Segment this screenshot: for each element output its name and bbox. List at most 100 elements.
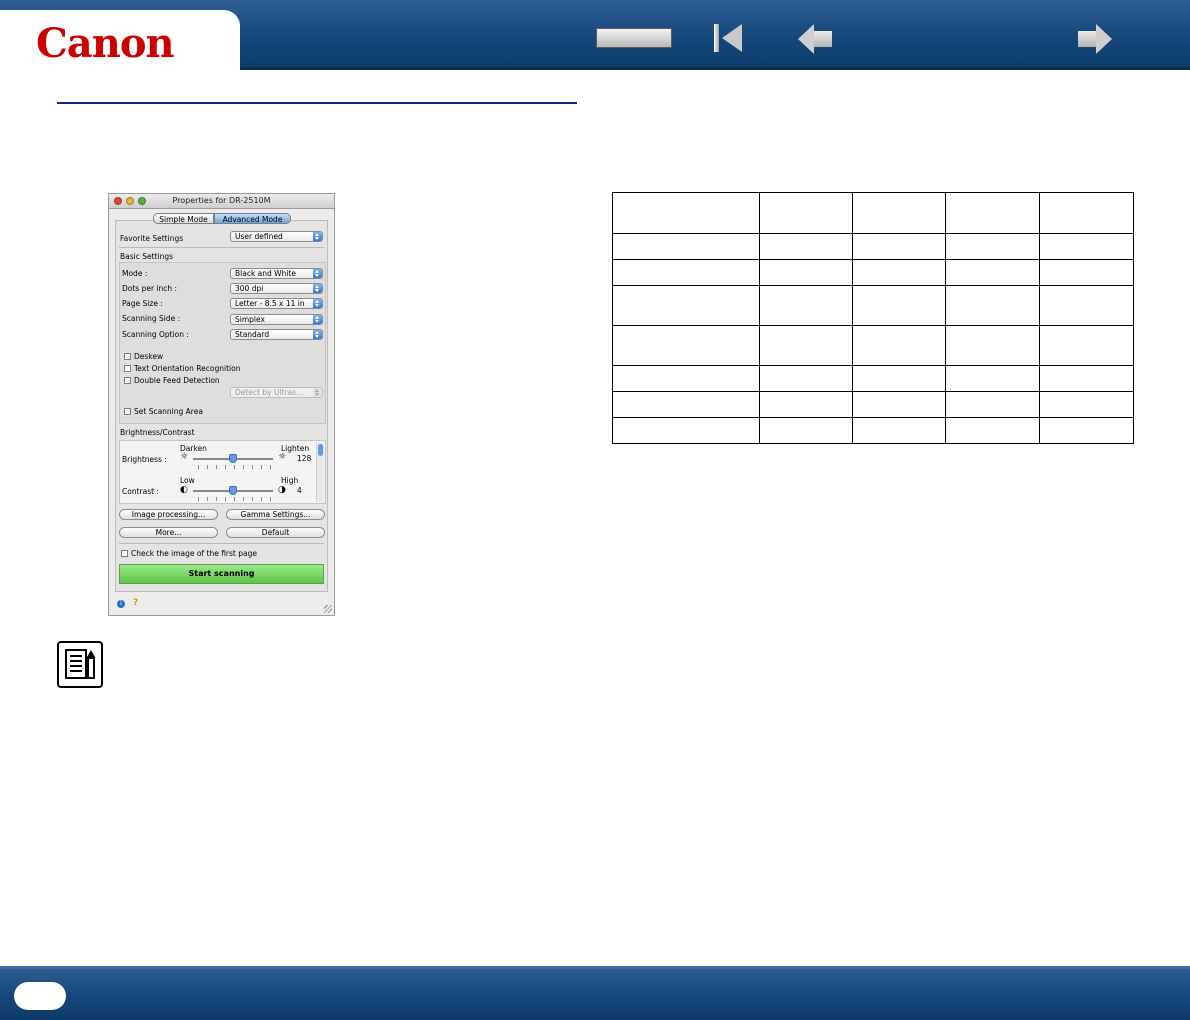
double-feed-checkbox[interactable]: [124, 377, 131, 384]
table-cell: [612, 325, 760, 366]
scanning-side-label: Scanning Side :: [122, 314, 181, 323]
table-cell: [759, 365, 853, 392]
table-cell: [852, 233, 946, 260]
brightness-slider-thumb[interactable]: [229, 454, 237, 463]
table-cell: [612, 259, 760, 286]
first-page-icon[interactable]: [712, 20, 744, 56]
table-row: [612, 391, 1134, 418]
contrast-high-icon: ◑: [278, 485, 286, 495]
table-cell: [1039, 365, 1134, 392]
dpi-value: 300 dpi: [235, 284, 264, 293]
mode-popup[interactable]: Black and White: [230, 268, 323, 279]
properties-dialog: Properties for DR-2510M Simple Mode Adva…: [108, 193, 335, 616]
set-scanning-area-label: Set Scanning Area: [134, 407, 203, 416]
table-cell: [759, 285, 853, 326]
table-cell: [1039, 285, 1134, 326]
table-cell: [759, 417, 853, 444]
sun-bright-icon: ☼: [278, 452, 287, 462]
tab-simple-mode[interactable]: Simple Mode: [153, 213, 214, 224]
page-size-value: Letter - 8.5 x 11 in: [235, 299, 305, 308]
favorite-settings-popup[interactable]: User defined: [230, 231, 323, 242]
table-row: [612, 417, 1134, 444]
next-page-icon[interactable]: [1076, 24, 1114, 54]
detect-by-ultrasonic-popup[interactable]: Detect by Ultras...: [230, 387, 323, 398]
deskew-checkbox[interactable]: [124, 353, 131, 360]
start-scanning-button[interactable]: Start scanning: [119, 564, 324, 584]
contrast-label: Contrast :: [122, 487, 159, 496]
table-row: [612, 365, 1134, 392]
divider: [119, 543, 324, 544]
double-feed-label: Double Feed Detection: [134, 376, 220, 385]
info-icon[interactable]: i: [117, 600, 125, 608]
note-icon: [57, 641, 103, 688]
table-cell: [945, 285, 1040, 326]
table-cell: [1039, 259, 1134, 286]
table-cell: [1039, 325, 1134, 366]
contrast-low-icon: ◐: [180, 485, 188, 495]
scrollbar-knob[interactable]: [318, 444, 323, 456]
divider: [119, 247, 324, 248]
table-cell: [852, 391, 946, 418]
brightness-ticks: [198, 465, 271, 469]
contrast-value: 4: [297, 486, 302, 495]
basic-settings-heading: Basic Settings: [120, 252, 174, 261]
table-cell: [1039, 233, 1134, 260]
brightness-label: Brightness :: [122, 455, 167, 464]
table-cell: [612, 417, 760, 444]
brightness-contrast-heading: Brightness/Contrast: [120, 428, 195, 437]
table-cell: [852, 259, 946, 286]
table-row: [612, 259, 1134, 286]
table-cell: [612, 391, 760, 418]
table-cell: [1039, 391, 1134, 418]
table-cell: [945, 365, 1040, 392]
detect-value: Detect by Ultras...: [235, 388, 304, 397]
table-cell: [945, 259, 1040, 286]
more-button[interactable]: More...: [119, 527, 218, 538]
dpi-label: Dots per inch :: [122, 284, 178, 293]
title-underline: [57, 102, 577, 104]
first-page-label: Check the image of the first page: [131, 549, 257, 558]
dpi-popup[interactable]: 300 dpi: [230, 283, 323, 294]
table-cell: [945, 417, 1040, 444]
settings-table: [612, 192, 1134, 444]
table-cell: [759, 192, 853, 234]
favorite-settings-label: Favorite Settings: [120, 234, 184, 243]
dialog-titlebar: Properties for DR-2510M: [109, 194, 334, 209]
page-size-label: Page Size :: [122, 299, 163, 308]
gamma-settings-button[interactable]: Gamma Settings...: [226, 509, 325, 520]
set-scanning-area-checkbox[interactable]: [124, 408, 131, 415]
table-row: [612, 192, 1134, 234]
table-cell: [612, 233, 760, 260]
table-row: [612, 325, 1134, 366]
contrast-slider-thumb[interactable]: [229, 486, 237, 495]
contrast-high-label: High: [281, 476, 299, 485]
blank-nav-button[interactable]: [596, 28, 672, 48]
mode-label: Mode :: [122, 269, 148, 278]
page-size-popup[interactable]: Letter - 8.5 x 11 in: [230, 298, 323, 309]
image-processing-button[interactable]: Image processing...: [119, 509, 218, 520]
table-cell: [612, 365, 760, 392]
table-cell: [852, 192, 946, 234]
table-row: [612, 285, 1134, 326]
scanning-option-label: Scanning Option :: [122, 330, 189, 339]
contrast-low-label: Low: [180, 476, 195, 485]
scanning-option-popup[interactable]: Standard: [230, 329, 323, 340]
table-cell: [759, 259, 853, 286]
table-cell: [852, 365, 946, 392]
canon-logo: Canon: [36, 20, 175, 67]
help-icon[interactable]: ?: [133, 598, 138, 608]
scanning-side-popup[interactable]: Simplex: [230, 314, 323, 325]
table-cell: [1039, 192, 1134, 234]
table-cell: [945, 325, 1040, 366]
text-orientation-checkbox[interactable]: [124, 365, 131, 372]
table-cell: [1039, 417, 1134, 444]
slider-scrollbar[interactable]: [316, 442, 324, 502]
default-button[interactable]: Default: [226, 527, 325, 538]
resize-grip-icon[interactable]: [324, 605, 332, 613]
logo-tab: Canon: [0, 10, 240, 70]
table-cell: [852, 285, 946, 326]
first-page-checkbox[interactable]: [121, 550, 128, 557]
previous-page-icon[interactable]: [798, 24, 836, 54]
table-cell: [612, 285, 760, 326]
tab-advanced-mode[interactable]: Advanced Mode: [214, 213, 291, 224]
